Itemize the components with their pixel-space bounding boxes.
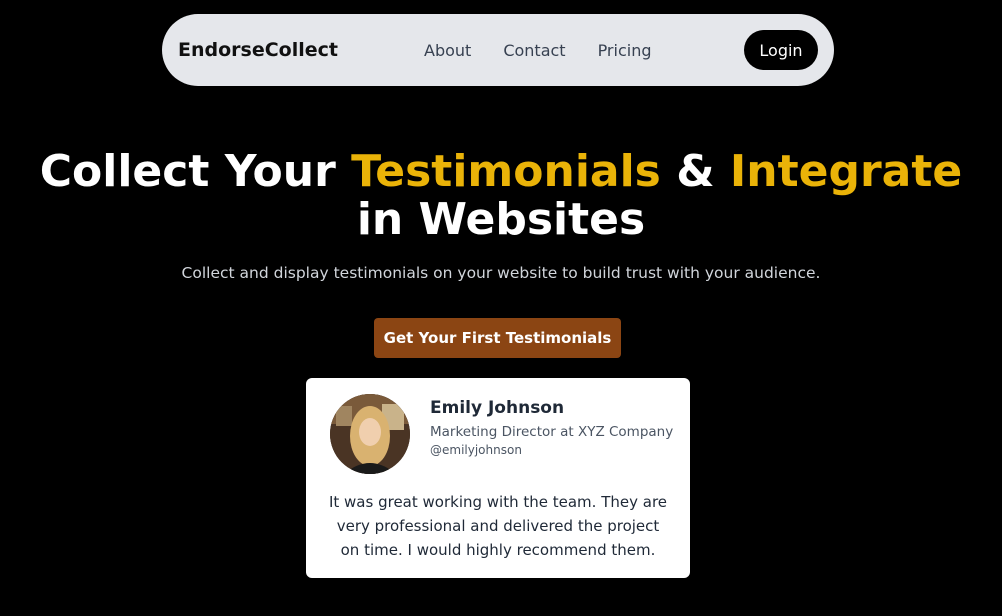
hero-subtitle: Collect and display testimonials on your… [181, 264, 821, 282]
login-button[interactable]: Login [744, 30, 818, 70]
get-first-testimonials-button[interactable]: Get Your First Testimonials [374, 318, 621, 358]
nav-link-contact[interactable]: Contact [503, 41, 565, 60]
brand-logo[interactable]: EndorseCollect [178, 14, 338, 86]
testimonial-name: Emily Johnson [430, 398, 565, 418]
hero-title-part3: in Websites [356, 194, 646, 245]
hero-title-part2: & [660, 146, 730, 197]
hero-title-highlight-testimonials: Testimonials [351, 146, 661, 197]
nav-link-pricing[interactable]: Pricing [598, 41, 652, 60]
page: EndorseCollect About Contact Pricing Log… [0, 0, 1002, 616]
testimonial-role: Marketing Director at XYZ Company [430, 424, 674, 440]
avatar [330, 394, 410, 474]
testimonial-handle: @emilyjohnson [430, 443, 522, 457]
testimonial-card: Emily Johnson Marketing Director at XYZ … [306, 378, 690, 578]
hero-title-highlight-integrate: Integrate [729, 146, 963, 197]
hero-title: Collect Your Testimonials & Integrate in … [0, 148, 1002, 244]
nav-link-about[interactable]: About [424, 41, 471, 60]
testimonial-text: It was great working with the team. They… [328, 493, 668, 559]
nav-links: About Contact Pricing [424, 14, 652, 86]
hero-title-part1: Collect Your [39, 146, 352, 197]
avatar-photo-icon [330, 394, 410, 474]
navbar: EndorseCollect About Contact Pricing Log… [162, 14, 834, 86]
